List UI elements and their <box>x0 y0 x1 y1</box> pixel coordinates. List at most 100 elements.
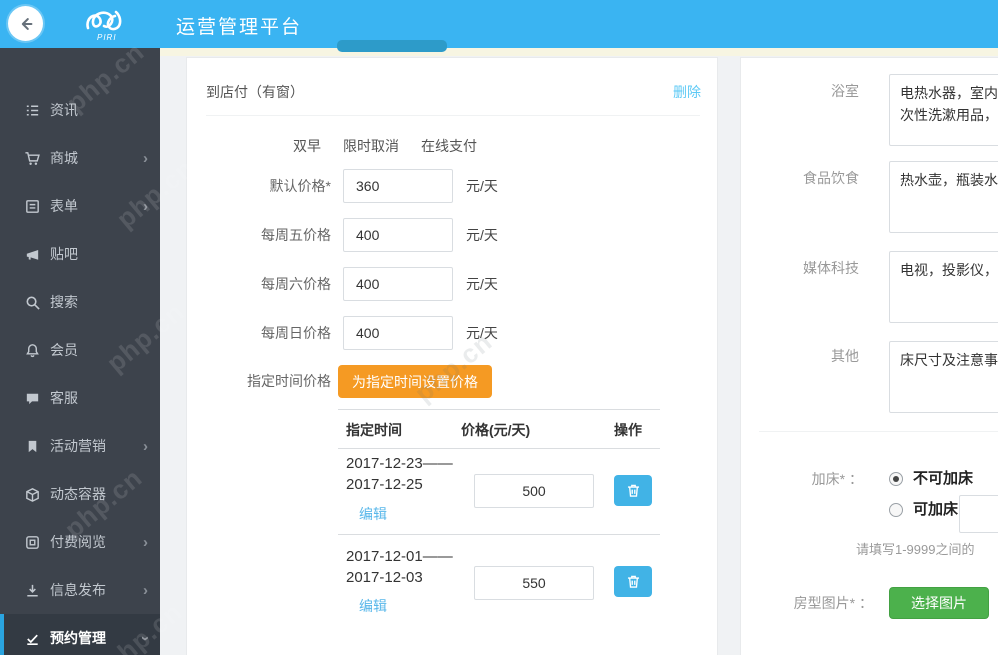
row-price-input[interactable] <box>474 566 594 600</box>
publish-icon <box>24 582 41 599</box>
arrow-left-icon <box>17 15 35 33</box>
saturday-price-input[interactable] <box>343 267 453 301</box>
table-row-border <box>338 534 660 535</box>
trash-icon <box>625 573 642 590</box>
sidebar-item-search[interactable]: 搜索 <box>0 278 160 326</box>
table-header-price: 价格(元/天) <box>461 422 531 438</box>
unit-label: 元/天 <box>466 227 498 243</box>
sidebar-item-label: 付费阅览 <box>50 534 106 550</box>
tag-online-payment: 在线支付 <box>421 138 477 154</box>
chevron-right-icon: › <box>143 437 148 455</box>
default-price-label: 默认价格* <box>269 178 331 194</box>
trash-icon <box>625 482 642 499</box>
row-price-input[interactable] <box>474 474 594 508</box>
media-tech-label: 媒体科技 <box>803 260 859 276</box>
table-top-border <box>338 409 660 410</box>
date-range-end: 2017-12-03 <box>346 569 423 586</box>
sidebar-item-label: 资讯 <box>50 102 78 118</box>
bell-icon <box>24 342 41 359</box>
sidebar-item-members[interactable]: 会员 <box>0 326 160 374</box>
chat-icon <box>24 390 41 407</box>
chevron-right-icon: › <box>143 581 148 599</box>
friday-price-label: 每周五价格 <box>261 227 331 243</box>
other-textarea[interactable]: 床尺寸及注意事 <box>889 341 998 413</box>
cart-icon <box>24 150 41 167</box>
back-button[interactable] <box>8 6 43 41</box>
chevron-right-icon: › <box>143 533 148 551</box>
delete-link[interactable]: 删除 <box>673 82 701 102</box>
date-range-start: 2017-12-23—— <box>346 455 453 472</box>
sidebar-nav: 资讯 商城 › 表单 › 贴吧 搜索 会员 客服 活动营销 › 动态容器 付费阅… <box>0 48 160 655</box>
edit-link[interactable]: 编辑 <box>359 596 387 616</box>
food-label: 食品饮食 <box>803 170 859 186</box>
chevron-right-icon: › <box>143 149 148 167</box>
extra-bed-count-input[interactable] <box>959 495 998 533</box>
sidebar-item-label: 商城 <box>50 150 78 166</box>
specified-time-price-label: 指定时间价格 <box>247 373 331 389</box>
bookmark-icon <box>24 438 41 455</box>
list-icon <box>24 102 41 119</box>
date-range-start: 2017-12-01—— <box>346 548 453 565</box>
top-header-bar: PIRI 运营管理平台 <box>0 0 998 48</box>
radio-extra-bed-allowed[interactable] <box>889 503 903 517</box>
room-image-label: 房型图片* ： <box>793 595 873 611</box>
chevron-right-icon: › <box>143 197 148 215</box>
sidebar-item-label: 信息发布 <box>50 582 106 598</box>
check-icon <box>24 630 41 647</box>
bathroom-label: 浴室 <box>831 83 859 99</box>
form-icon <box>24 198 41 215</box>
panel-title: 到店付（有窗） <box>206 84 304 100</box>
sunday-price-input[interactable] <box>343 316 453 350</box>
box-icon <box>24 486 41 503</box>
sunday-price-label: 每周日价格 <box>261 325 331 341</box>
megaphone-icon <box>24 246 41 263</box>
sidebar-item-paid-reading[interactable]: 付费阅览 › <box>0 518 160 566</box>
sidebar-item-label: 客服 <box>50 390 78 406</box>
sidebar-item-mall[interactable]: 商城 › <box>0 134 160 182</box>
scrolled-button-sliver <box>337 40 447 52</box>
radio-no-extra-bed[interactable] <box>889 472 903 486</box>
sidebar-item-dynamic-container[interactable]: 动态容器 <box>0 470 160 518</box>
sidebar-item-marketing[interactable]: 活动营销 › <box>0 422 160 470</box>
sidebar-item-label: 会员 <box>50 342 78 358</box>
unit-label: 元/天 <box>466 276 498 292</box>
scrolled-notice-strip <box>160 48 998 56</box>
sidebar-item-info-publish[interactable]: 信息发布 › <box>0 566 160 614</box>
table-header-actions: 操作 <box>614 422 642 438</box>
unit-label: 元/天 <box>466 325 498 341</box>
bathroom-textarea[interactable]: 电热水器，室内 次性洗漱用品， <box>889 74 998 146</box>
square-in-square-icon <box>24 534 41 551</box>
sidebar-item-label: 表单 <box>50 198 78 214</box>
logo-subtext: PIRI <box>97 33 117 42</box>
sidebar-item-news[interactable]: 资讯 <box>0 86 160 134</box>
select-image-button[interactable]: 选择图片 <box>889 587 989 619</box>
sidebar-item-booking-management[interactable]: 预约管理 › <box>0 614 160 655</box>
media-tech-textarea[interactable]: 电视，投影仪， <box>889 251 998 323</box>
room-price-card: 到店付（有窗） 删除 双早 限时取消 在线支付 默认价格* 元/天 每周五价格 … <box>186 57 718 655</box>
set-specified-price-button[interactable]: 为指定时间设置价格 <box>338 365 492 398</box>
search-icon <box>24 294 41 311</box>
food-textarea[interactable]: 热水壶，瓶装水 <box>889 161 998 233</box>
tag-double-breakfast: 双早 <box>293 138 321 154</box>
sidebar-item-tieba[interactable]: 贴吧 <box>0 230 160 278</box>
chevron-down-icon: › <box>137 635 154 641</box>
sidebar-item-label: 预约管理 <box>50 630 106 646</box>
date-range-end: 2017-12-25 <box>346 476 423 493</box>
section-divider <box>759 431 998 432</box>
app-screen: PIRI 运营管理平台 资讯 商城 › 表单 › 贴吧 搜索 会员 客服 活动营… <box>0 0 998 655</box>
title-divider <box>206 115 700 116</box>
radio-no-extra-bed-label[interactable]: 不可加床 <box>913 469 973 489</box>
room-facilities-card: 浴室 电热水器，室内 次性洗漱用品， 食品饮食 热水壶，瓶装水 媒体科技 电视，… <box>740 57 998 655</box>
delete-row-button[interactable] <box>614 475 652 506</box>
sidebar-item-label: 动态容器 <box>50 486 106 502</box>
edit-link[interactable]: 编辑 <box>359 504 387 524</box>
delete-row-button[interactable] <box>614 566 652 597</box>
friday-price-input[interactable] <box>343 218 453 252</box>
radio-extra-bed-allowed-label[interactable]: 可加床, <box>913 500 962 520</box>
default-price-input[interactable] <box>343 169 453 203</box>
sidebar-item-forms[interactable]: 表单 › <box>0 182 160 230</box>
unit-label: 元/天 <box>466 178 498 194</box>
sidebar-item-support[interactable]: 客服 <box>0 374 160 422</box>
room-tags: 双早 限时取消 在线支付 <box>293 136 477 156</box>
other-label: 其他 <box>831 348 859 364</box>
